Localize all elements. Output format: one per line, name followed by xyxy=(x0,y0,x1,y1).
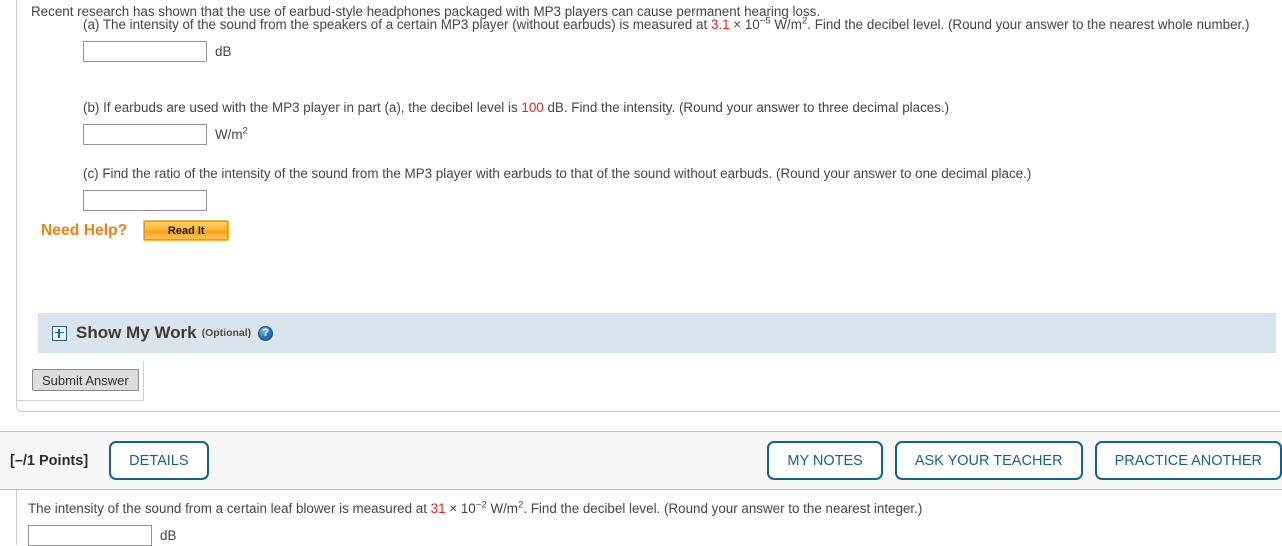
next-question-value: 31 xyxy=(430,501,446,516)
part-a-text-after: . Find the decibel level. (Round your an… xyxy=(807,17,1250,32)
part-b-text-after: dB. Find the intensity. (Round your answ… xyxy=(543,100,950,115)
next-question-answer-input[interactable] xyxy=(28,525,152,546)
next-question-text-before: The intensity of the sound from a certai… xyxy=(28,501,431,516)
show-my-work-bar[interactable]: Show My Work (Optional) ? xyxy=(38,313,1276,353)
part-b-answer-row: W/m2 xyxy=(83,124,1253,146)
part-b-unit-text: W/m xyxy=(215,127,243,143)
ask-your-teacher-button[interactable]: ASK YOUR TEACHER xyxy=(894,441,1083,480)
part-a-text-mid: × 10 xyxy=(729,17,760,32)
question-part-a: (a) The intensity of the sound from the … xyxy=(83,15,1253,63)
submit-answer-button[interactable]: Submit Answer xyxy=(32,369,139,391)
part-a-text-before: (a) The intensity of the sound from the … xyxy=(83,17,711,32)
part-b-value: 100 xyxy=(521,100,544,115)
part-c-answer-input[interactable] xyxy=(83,190,207,212)
part-c-answer-row xyxy=(83,190,1253,212)
part-c-prompt: (c) Find the ratio of the intensity of t… xyxy=(83,166,1032,181)
need-help-label: Need Help? xyxy=(41,221,128,239)
practice-another-button[interactable]: PRACTICE ANOTHER xyxy=(1094,441,1282,480)
part-a-answer-unit: dB xyxy=(215,44,232,60)
next-question-answer-unit: dB xyxy=(160,528,177,544)
question-card: Recent research has shown that the use o… xyxy=(16,0,1280,412)
next-question-card: The intensity of the sound from a certai… xyxy=(16,490,1282,546)
plus-box-icon[interactable] xyxy=(52,325,67,341)
part-b-answer-unit: W/m2 xyxy=(215,125,248,143)
next-question-unit-inline: W/m xyxy=(486,501,518,516)
question-part-b: (b) If earbuds are used with the MP3 pla… xyxy=(83,98,1253,146)
next-question-body: The intensity of the sound from a certai… xyxy=(28,499,1258,546)
part-a-answer-input[interactable] xyxy=(83,41,207,63)
next-question-text-mid: × 10 xyxy=(445,501,476,516)
part-b-answer-input[interactable] xyxy=(83,124,207,146)
read-it-button[interactable]: Read It xyxy=(143,220,230,241)
part-a-exponent: −5 xyxy=(759,15,771,27)
part-a-answer-row: dB xyxy=(83,41,1253,63)
part-a-prompt: (a) The intensity of the sound from the … xyxy=(83,15,1253,34)
points-label: [–/1 Points] xyxy=(10,452,89,469)
part-a-value: 3.1 xyxy=(710,17,730,32)
part-b-text-before: (b) If earbuds are used with the MP3 pla… xyxy=(83,100,522,115)
my-notes-button[interactable]: MY NOTES xyxy=(767,441,883,480)
next-question-text-after: . Find the decibel level. (Round your an… xyxy=(523,501,923,516)
next-question-exponent: −2 xyxy=(475,499,487,511)
submit-answer-zone: Submit Answer xyxy=(17,361,144,401)
points-toolbar: [–/1 Points] DETAILS MY NOTES ASK YOUR T… xyxy=(0,431,1282,490)
details-button[interactable]: DETAILS xyxy=(109,441,209,480)
part-b-unit-exponent: 2 xyxy=(242,125,248,137)
next-question-answer-row: dB xyxy=(28,525,1258,546)
part-b-prompt: (b) If earbuds are used with the MP3 pla… xyxy=(83,98,1253,117)
part-a-unit-inline: W/m xyxy=(770,17,802,32)
points-toolbar-actions: MY NOTES ASK YOUR TEACHER PRACTICE ANOTH… xyxy=(767,441,1282,480)
question-part-c: (c) Find the ratio of the intensity of t… xyxy=(83,164,1253,212)
question-mark-icon[interactable]: ? xyxy=(258,325,274,341)
next-question-prompt: The intensity of the sound from a certai… xyxy=(28,499,1258,518)
show-my-work-title: Show My Work xyxy=(76,323,197,342)
show-my-work-optional-label: (Optional) xyxy=(201,327,252,339)
read-it-label: Read It xyxy=(167,224,205,237)
need-help-section: Need Help? Read It xyxy=(41,220,230,241)
